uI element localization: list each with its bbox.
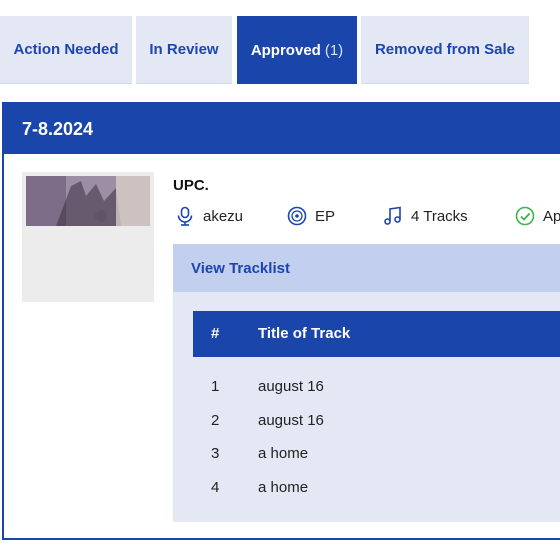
view-tracklist-label: View Tracklist [191,259,290,277]
cover-art-image[interactable] [26,176,150,226]
table-row: 3 a home [193,438,560,470]
check-circle-icon [515,206,535,226]
tab-action-needed[interactable]: Action Needed [0,16,132,84]
approval-status-meta: Ap [515,204,560,228]
track-title: august 16 [258,378,324,395]
release-card: 7-8.2024 UPC. akezu EP 4 Tracks Ap View … [2,102,560,540]
tab-label: Action Needed [13,41,119,58]
tab-label: Approved [250,41,321,59]
track-number: 4 [211,479,220,496]
status-tabs: Action Needed In Review Approved (1) Rem… [0,16,560,84]
track-number: 1 [211,378,220,395]
release-type-meta: EP [287,204,335,228]
upc-label: UPC. [173,177,209,194]
cover-art-frame [22,172,154,302]
approval-status: Ap [543,207,560,225]
tracklist-table-header: # Title of Track [193,311,560,357]
tab-approved[interactable]: Approved (1) [237,16,357,84]
artist-name: akezu [203,207,244,225]
track-number: 2 [211,412,220,429]
table-row: 2 august 16 [193,405,560,437]
tracklist-section: View Tracklist # Title of Track 1 august… [173,244,560,522]
track-number: 3 [211,445,220,462]
release-date: 7-8.2024 [22,118,94,139]
track-title: august 16 [258,412,324,429]
track-title: a home [258,445,309,462]
artist-meta: akezu [175,204,243,228]
tab-count: (1) [324,41,344,59]
release-type: EP [315,207,336,225]
microphone-icon [177,206,193,226]
disc-icon [287,206,307,226]
track-title: a home [258,479,309,496]
release-date-header: 7-8.2024 [4,104,560,154]
table-row: 1 august 16 [193,371,560,403]
track-count: 4 Tracks [411,207,468,225]
track-count-meta: 4 Tracks [383,204,468,228]
tab-label: In Review [149,41,219,58]
table-row: 4 a home [193,472,560,504]
music-note-icon [384,206,401,225]
tab-removed-from-sale[interactable]: Removed from Sale [361,16,529,84]
column-number-header: # [211,325,220,342]
tab-in-review[interactable]: In Review [136,16,232,84]
tab-label: Removed from Sale [374,41,516,58]
column-title-header: Title of Track [258,325,351,342]
cover-art-graphic [26,176,150,226]
view-tracklist-toggle[interactable]: View Tracklist [173,244,560,292]
